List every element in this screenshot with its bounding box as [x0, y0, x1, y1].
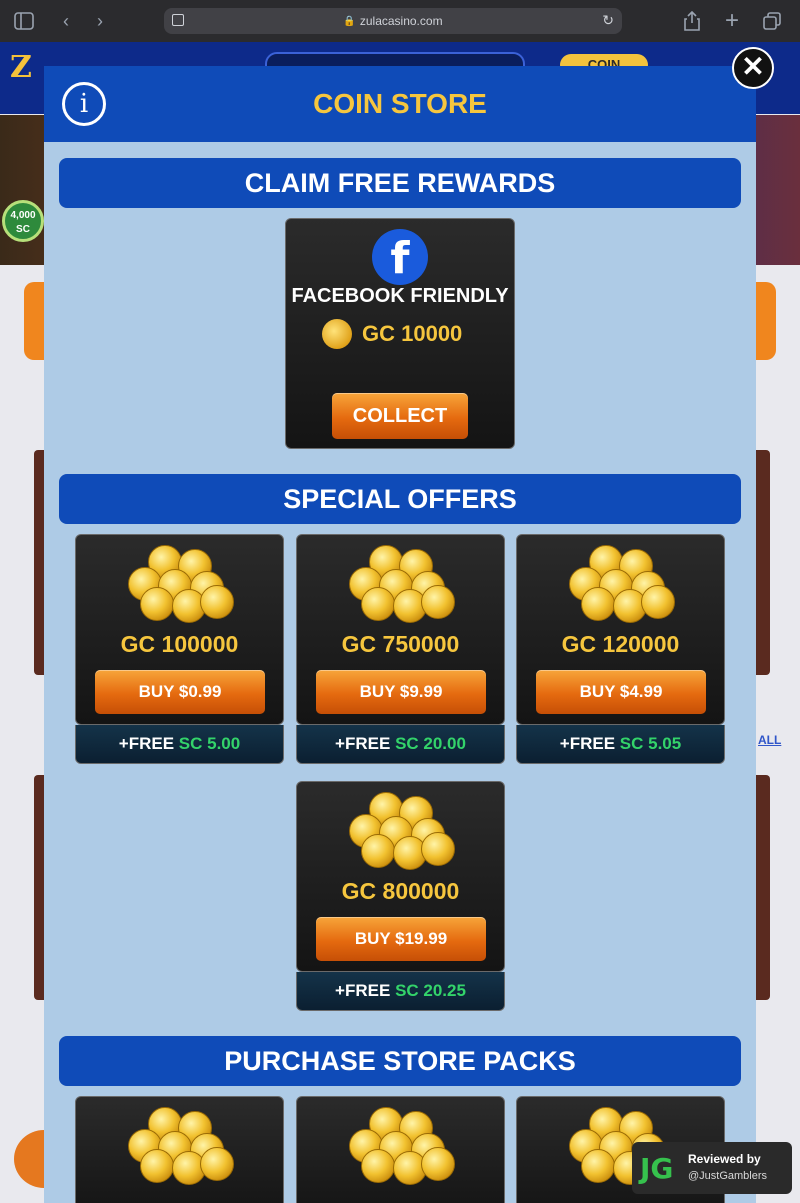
page-menu-icon[interactable]: [172, 14, 184, 26]
coin-store-modal: COIN STORE i CLAIM FREE REWARDS f FACEBO…: [44, 66, 756, 1203]
watermark-line2: @JustGamblers: [688, 1170, 768, 1182]
free-prefix: +FREE: [118, 734, 175, 753]
offer-card: GC 100000 BUY $0.99 +FREE SC 5.00: [75, 534, 284, 764]
free-sc-bonus: +FREE SC 20.00: [296, 725, 505, 764]
offer-card-body: GC 120000 BUY $4.99: [516, 534, 725, 725]
address-bar[interactable]: 🔒 zulacasino.com ↻: [164, 8, 622, 34]
coin-icon: [322, 319, 352, 349]
section-title-special: SPECIAL OFFERS: [59, 474, 741, 524]
offer-card: GC 800000 BUY $19.99 +FREE SC 20.25: [296, 781, 505, 1011]
buy-button[interactable]: BUY $19.99: [316, 917, 486, 961]
watermark-line1: Reviewed by: [688, 1152, 761, 1166]
badge-amount: 4,000: [10, 210, 36, 221]
facebook-reward: GC 10000: [322, 319, 462, 349]
pack-card[interactable]: [296, 1096, 505, 1203]
offer-card-body: GC 100000 BUY $0.99: [75, 534, 284, 725]
free-sc-amount: SC 5.00: [178, 734, 241, 753]
coin-stack-icon: [349, 792, 455, 870]
coin-stack-icon: [569, 545, 675, 623]
buy-button[interactable]: BUY $0.99: [95, 670, 265, 714]
offer-card-body: GC 750000 BUY $9.99: [296, 534, 505, 725]
view-all-link[interactable]: ALL: [758, 733, 781, 747]
free-sc-amount: SC 20.25: [395, 981, 466, 1000]
close-icon[interactable]: ✕: [732, 47, 774, 89]
coin-stack-icon: [349, 1107, 455, 1185]
jg-logo: JG: [640, 1152, 674, 1185]
offer-card-body: GC 800000 BUY $19.99: [296, 781, 505, 972]
reviewer-watermark: JG Reviewed by @JustGamblers: [632, 1142, 792, 1194]
reload-icon[interactable]: ↻: [602, 12, 614, 29]
free-sc-bonus: +FREE SC 20.25: [296, 972, 505, 1011]
facebook-icon: f: [372, 229, 428, 285]
offer-gc-amount: GC 800000: [341, 878, 460, 904]
tabs-icon[interactable]: [760, 9, 784, 33]
share-icon[interactable]: [680, 9, 704, 33]
facebook-reward-amount: GC 10000: [362, 321, 463, 346]
coin-stack-icon: [128, 545, 234, 623]
offer-card: GC 750000 BUY $9.99 +FREE SC 20.00: [296, 534, 505, 764]
offer-card: GC 120000 BUY $4.99 +FREE SC 5.05: [516, 534, 725, 764]
facebook-reward-card: f FACEBOOK FRIENDLY GC 10000 COLLECT: [285, 218, 515, 449]
free-sc-bonus: +FREE SC 5.00: [75, 725, 284, 764]
info-icon[interactable]: i: [62, 82, 106, 126]
offer-gc-amount: GC 100000: [120, 631, 239, 657]
coin-stack-icon: [349, 545, 455, 623]
url-text: zulacasino.com: [359, 14, 443, 28]
section-title-claim: CLAIM FREE REWARDS: [59, 158, 741, 208]
free-prefix: +FREE: [335, 734, 391, 753]
buy-button[interactable]: BUY $9.99: [316, 670, 486, 714]
coin-stack-icon: [128, 1107, 234, 1185]
facebook-card-title: FACEBOOK FRIENDLY: [291, 285, 509, 307]
site-logo[interactable]: Z: [10, 50, 32, 85]
new-tab-icon[interactable]: +: [720, 7, 744, 34]
buy-button[interactable]: BUY $4.99: [536, 670, 706, 714]
free-prefix: +FREE: [559, 734, 616, 753]
collect-button[interactable]: COLLECT: [332, 393, 468, 439]
site-sc-badge: 4,000 SC: [2, 200, 44, 242]
offer-gc-amount: GC 750000: [341, 631, 460, 657]
free-sc-amount: SC 5.05: [619, 734, 682, 753]
free-prefix: +FREE: [335, 981, 391, 1000]
browser-toolbar: ‹ › 🔒 zulacasino.com ↻ +: [0, 0, 800, 42]
sidebar-icon[interactable]: [12, 9, 36, 33]
modal-title: COIN STORE: [313, 88, 487, 119]
free-sc-amount: SC 20.00: [395, 734, 466, 753]
back-icon[interactable]: ‹: [54, 9, 78, 33]
pack-card[interactable]: [75, 1096, 284, 1203]
modal-header: COIN STORE i: [44, 66, 756, 142]
badge-unit: SC: [16, 224, 30, 235]
forward-icon[interactable]: ›: [88, 9, 112, 33]
free-sc-bonus: +FREE SC 5.05: [516, 725, 725, 764]
section-title-packs: PURCHASE STORE PACKS: [59, 1036, 741, 1086]
offer-gc-amount: GC 120000: [561, 631, 680, 657]
lock-icon: 🔒: [343, 15, 356, 27]
